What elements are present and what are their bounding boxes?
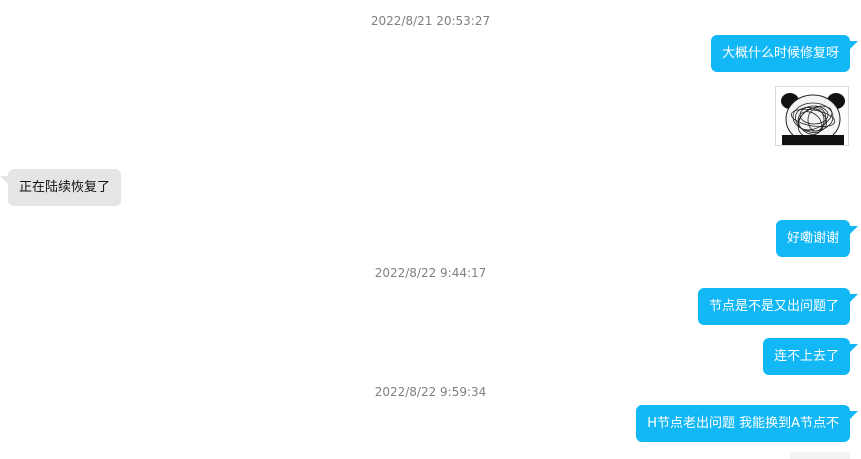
panda-scribble-sticker-icon[interactable]	[775, 86, 849, 146]
message-bubble-outgoing[interactable]: 大概什么时候修复呀	[710, 35, 850, 72]
timestamp: 2022/8/21 20:53:27	[370, 14, 491, 28]
message-bubble-outgoing[interactable]: H节点老出问题 我能换到A节点不	[636, 405, 850, 442]
message-text: 好嘞谢谢	[786, 231, 839, 246]
chat-window: 2022/8/21 20:53:27 大概什么时候修复呀 正在陆续恢复了 好嘞谢…	[0, 0, 861, 459]
message-bubble-outgoing[interactable]: 好嘞谢谢	[775, 220, 850, 257]
partial-message-preview	[790, 452, 850, 459]
bubble-tail	[849, 294, 858, 303]
message-text: 节点是不是又出问题了	[708, 299, 839, 314]
timestamp: 2022/8/22 9:59:34	[374, 385, 487, 399]
message-text: H节点老出问题 我能换到A节点不	[647, 416, 839, 431]
message-text: 大概什么时候修复呀	[721, 46, 839, 61]
message-text: 连不上去了	[773, 349, 839, 364]
bubble-tail	[849, 226, 858, 235]
bubble-tail	[849, 344, 858, 353]
message-bubble-incoming[interactable]: 正在陆续恢复了	[8, 169, 122, 206]
message-text: 正在陆续恢复了	[19, 180, 111, 195]
message-bubble-outgoing[interactable]: 连不上去了	[762, 338, 850, 375]
message-bubble-outgoing[interactable]: 节点是不是又出问题了	[697, 288, 850, 325]
bubble-tail	[849, 41, 858, 50]
bubble-tail	[849, 411, 858, 420]
timestamp: 2022/8/22 9:44:17	[374, 266, 487, 280]
